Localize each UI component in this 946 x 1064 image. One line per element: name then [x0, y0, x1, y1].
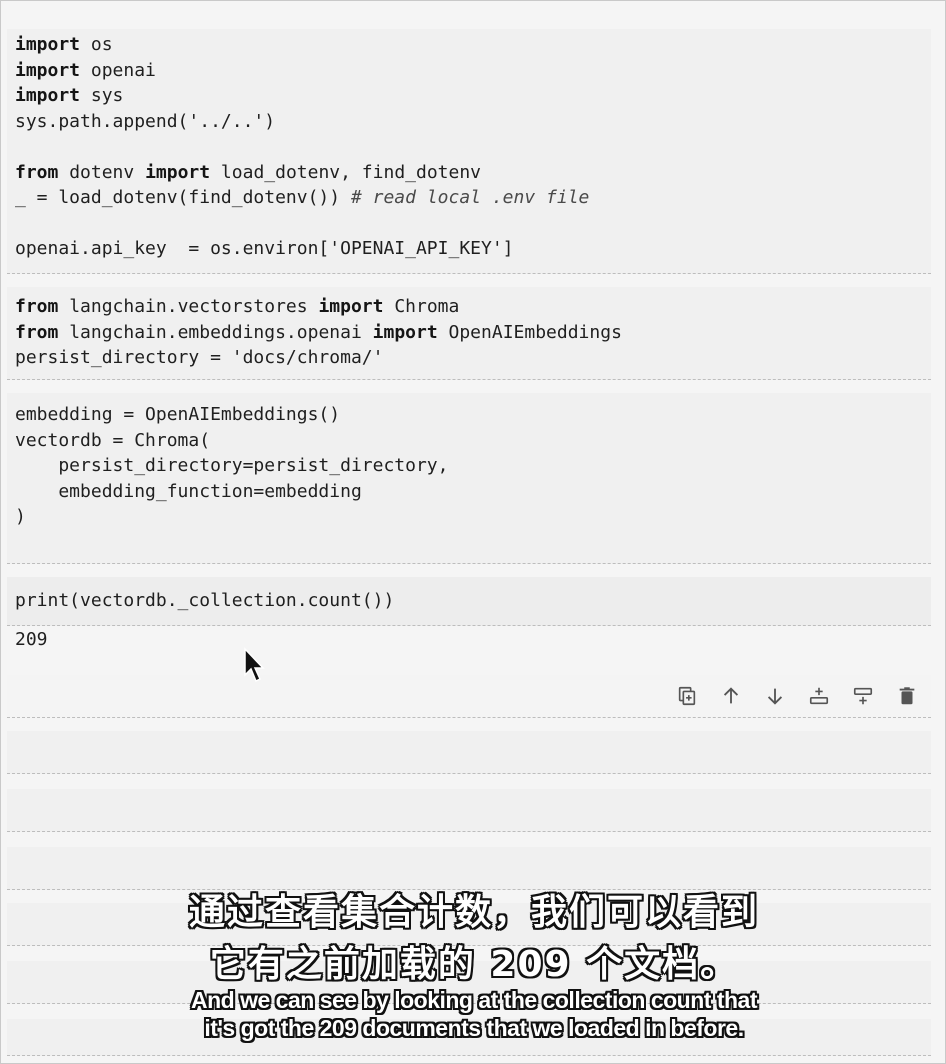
move-up-button[interactable]	[713, 681, 749, 711]
code-text: embedding = OpenAIEmbeddings()	[15, 404, 341, 425]
empty-cell[interactable]	[7, 731, 931, 774]
cell-output: 209	[15, 629, 48, 650]
mouse-cursor-icon	[244, 647, 265, 683]
code-cell-count[interactable]: print(vectordb._collection.count())	[7, 577, 931, 626]
code-text: print(vectordb._collection.count())	[15, 590, 395, 611]
empty-cell[interactable]	[7, 789, 931, 832]
cell-toolbar	[669, 681, 925, 711]
code-text: langchain.vectorstores	[58, 296, 319, 317]
keyword: import	[15, 59, 81, 81]
keyword: import	[318, 296, 384, 317]
notebook-frame: import os import openai import sys sys.p…	[0, 0, 946, 1064]
insert-above-button[interactable]	[801, 681, 837, 711]
code-text: embedding_function=embedding	[15, 480, 362, 502]
cell-code[interactable]: embedding = OpenAIEmbeddings() vectordb …	[15, 402, 448, 530]
insert-below-button[interactable]	[845, 681, 881, 711]
delete-button[interactable]	[889, 681, 925, 711]
cell-code[interactable]: print(vectordb._collection.count())	[15, 588, 394, 614]
subtitle-en-line1: And we can see by looking at the collect…	[191, 987, 757, 1013]
cell-code[interactable]: from langchain.vectorstores import Chrom…	[15, 294, 622, 371]
code-text: persist_directory = 'docs/chroma/'	[15, 347, 384, 368]
code-text: langchain.embeddings.openai	[58, 321, 373, 343]
code-cell-chroma-imports[interactable]: from langchain.vectorstores import Chrom…	[7, 287, 931, 380]
code-text: persist_directory=persist_directory,	[15, 455, 449, 476]
code-cell-vectordb[interactable]: embedding = OpenAIEmbeddings() vectordb …	[7, 393, 931, 564]
code-text: openai	[80, 59, 156, 81]
delete-icon	[899, 687, 915, 705]
cell-code[interactable]: import os import openai import sys sys.p…	[15, 32, 589, 262]
code-text: _ = load_dotenv(find_dotenv())	[15, 187, 351, 208]
code-text: sys	[80, 85, 124, 106]
code-cell-imports[interactable]: import os import openai import sys sys.p…	[7, 29, 931, 274]
code-text: )	[15, 506, 26, 527]
insert-above-icon	[809, 687, 829, 705]
subtitle-en-line2: it's got the 209 documents that we loade…	[204, 1015, 744, 1041]
keyword: import	[372, 321, 438, 343]
code-text: vectordb = Chroma(	[15, 429, 211, 451]
move-down-button[interactable]	[757, 681, 793, 711]
code-text: openai.api_key = os.environ['OPENAI_API_…	[15, 238, 514, 259]
subtitle-zh-line1: 通过查看集合计数，我们可以看到	[188, 892, 759, 933]
code-text: OpenAIEmbeddings	[437, 321, 622, 343]
code-comment: # read local .env file	[350, 187, 590, 208]
keyword: import	[15, 34, 81, 55]
keyword: import	[145, 161, 211, 183]
code-text: dotenv	[58, 161, 146, 183]
keyword: from	[15, 296, 59, 317]
keyword: from	[15, 161, 59, 183]
keyword: import	[15, 85, 81, 106]
subtitle-zh-line2: 它有之前加载的 209 个文档。	[209, 944, 739, 985]
move-up-icon	[723, 687, 739, 704]
move-down-icon	[767, 688, 783, 705]
keyword: from	[15, 321, 59, 343]
duplicate-button[interactable]	[669, 681, 705, 711]
code-text: load_dotenv, find_dotenv	[210, 161, 482, 183]
duplicate-icon	[678, 686, 696, 706]
output-divider	[7, 661, 931, 676]
code-text: os	[80, 34, 113, 55]
insert-below-icon	[853, 687, 873, 705]
code-text: Chroma	[383, 296, 460, 317]
code-text: sys.path.append('../..')	[15, 110, 276, 132]
